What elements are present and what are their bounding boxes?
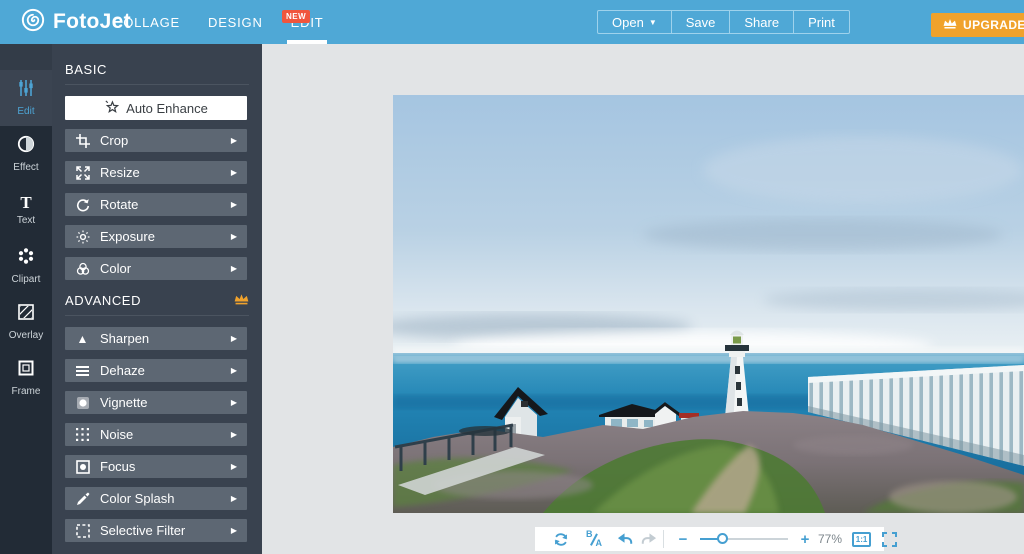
rail-item-clipart[interactable]: Clipart (0, 238, 52, 294)
chevron-down-icon: ▼ (649, 18, 657, 27)
edit-tool-panel: BASIC Auto Enhance Crop ▶ Resize ▶ (52, 44, 262, 554)
top-bar: FotoJet COLLAGE DESIGN EDIT NEW Open ▼ S… (0, 0, 1024, 44)
crown-icon (943, 18, 957, 32)
auto-enhance-button[interactable]: Auto Enhance (65, 96, 247, 120)
premium-crown-icon (234, 293, 249, 308)
rail-item-edit[interactable]: Edit (0, 70, 52, 126)
rail-top-strip (0, 44, 52, 70)
submenu-arrow-icon: ▶ (231, 334, 237, 343)
fotojet-spiral-icon (20, 7, 46, 38)
selective-filter-button[interactable]: Selective Filter ▶ (65, 519, 247, 542)
sharpen-button[interactable]: ▲ Sharpen ▶ (65, 327, 247, 350)
color-button[interactable]: Color ▶ (65, 257, 247, 280)
new-badge: NEW (282, 10, 310, 23)
rail-item-effect[interactable]: Effect (0, 126, 52, 182)
nav-collage[interactable]: COLLAGE (113, 0, 180, 44)
focus-icon (75, 459, 90, 474)
upgrade-now-button[interactable]: UPGRADE NOW (931, 13, 1024, 37)
submenu-arrow-icon: ▶ (231, 430, 237, 439)
submenu-arrow-icon: ▶ (231, 200, 237, 209)
basic-section-header: BASIC (65, 62, 249, 77)
open-button[interactable]: Open ▼ (598, 11, 672, 33)
divider (65, 84, 249, 85)
redo-icon[interactable] (641, 531, 657, 547)
rotate-button[interactable]: Rotate ▶ (65, 193, 247, 216)
photo-image[interactable] (393, 95, 1024, 513)
effect-circle-icon (17, 135, 35, 158)
vignette-button[interactable]: Vignette ▶ (65, 391, 247, 414)
share-button[interactable]: Share (730, 11, 794, 33)
canvas-toolbar: B A − + 77% 1:1 (535, 527, 884, 551)
magic-star-icon (104, 99, 119, 117)
submenu-arrow-icon: ▶ (231, 136, 237, 145)
focus-button[interactable]: Focus ▶ (65, 455, 247, 478)
noise-button[interactable]: Noise ▶ (65, 423, 247, 446)
submenu-arrow-icon: ▶ (231, 494, 237, 503)
rail-item-frame[interactable]: Frame (0, 350, 52, 406)
selective-filter-icon (75, 523, 90, 538)
zoom-out-button[interactable]: − (676, 531, 690, 548)
zoom-in-button[interactable]: + (798, 531, 812, 548)
submenu-arrow-icon: ▶ (231, 168, 237, 177)
color-splash-button[interactable]: Color Splash ▶ (65, 487, 247, 510)
divider (65, 315, 249, 316)
category-rail: Edit Effect T Text Clipart Overlay (0, 44, 52, 554)
rotate-icon (75, 197, 90, 212)
edit-sliders-icon (17, 79, 35, 102)
file-actions: Open ▼ Save Share Print (597, 10, 850, 34)
brush-icon (75, 491, 90, 506)
vignette-icon (75, 395, 90, 410)
resize-icon (75, 165, 90, 180)
nav-design[interactable]: DESIGN (208, 0, 263, 44)
exposure-button[interactable]: Exposure ▶ (65, 225, 247, 248)
submenu-arrow-icon: ▶ (231, 366, 237, 375)
undo-icon[interactable] (617, 531, 633, 547)
print-button[interactable]: Print (794, 11, 849, 33)
submenu-arrow-icon: ▶ (231, 462, 237, 471)
dehaze-button[interactable]: Dehaze ▶ (65, 359, 247, 382)
text-icon: T (20, 195, 31, 211)
toolbar-divider (663, 530, 664, 548)
dehaze-icon (75, 363, 90, 378)
save-button[interactable]: Save (672, 11, 731, 33)
rail-item-text[interactable]: T Text (0, 182, 52, 238)
submenu-arrow-icon: ▶ (231, 264, 237, 273)
submenu-arrow-icon: ▶ (231, 232, 237, 241)
editor-canvas: B A − + 77% 1:1 (262, 44, 1024, 554)
zoom-slider[interactable] (700, 533, 788, 545)
exposure-sun-icon (75, 229, 90, 244)
reset-icon[interactable] (553, 531, 569, 547)
fotojet-app: FotoJet COLLAGE DESIGN EDIT NEW Open ▼ S… (0, 0, 1024, 554)
rail-item-overlay[interactable]: Overlay (0, 294, 52, 350)
overlay-hatch-icon (17, 303, 35, 326)
fullscreen-icon[interactable] (881, 531, 897, 547)
advanced-section-header: ADVANCED (65, 293, 249, 308)
zoom-level-label: 77% (818, 532, 842, 546)
submenu-arrow-icon: ▶ (231, 526, 237, 535)
sharpen-icon: ▲ (75, 331, 90, 346)
frame-icon (17, 359, 35, 382)
color-wheel-icon (75, 261, 90, 276)
actual-size-button[interactable]: 1:1 (852, 532, 871, 547)
submenu-arrow-icon: ▶ (231, 398, 237, 407)
crop-icon (75, 133, 90, 148)
crop-button[interactable]: Crop ▶ (65, 129, 247, 152)
resize-button[interactable]: Resize ▶ (65, 161, 247, 184)
clipart-flower-icon (17, 247, 35, 270)
before-after-compare-icon[interactable]: B A (585, 531, 603, 547)
noise-dots-icon (75, 427, 90, 442)
zoom-slider-handle[interactable] (717, 533, 728, 544)
